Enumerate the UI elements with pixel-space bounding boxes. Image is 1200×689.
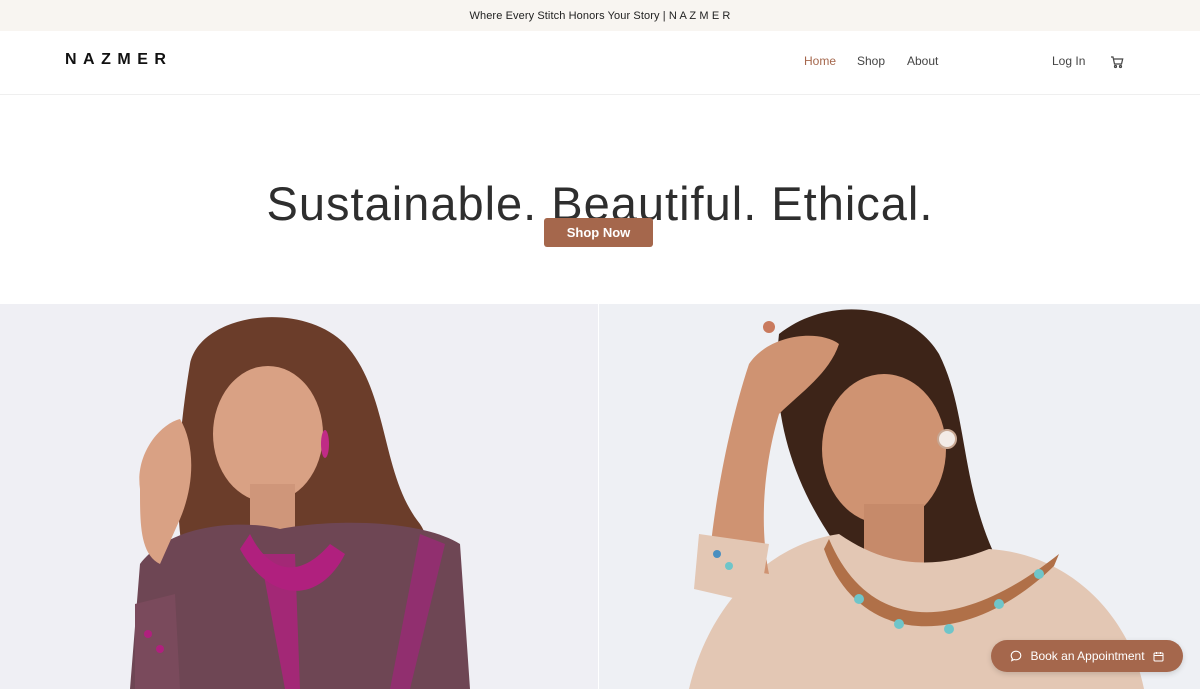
announcement-bar: Where Every Stitch Honors Your Story | N… (0, 0, 1200, 31)
site-header: NAZMER Home Shop About Log In (0, 31, 1200, 95)
shop-now-button[interactable]: Shop Now (544, 218, 653, 247)
gallery-image-left[interactable] (0, 304, 598, 689)
calendar-icon (1153, 651, 1164, 662)
book-appointment-label: Book an Appointment (1030, 649, 1145, 663)
cart-icon[interactable] (1110, 55, 1124, 69)
nav-shop[interactable]: Shop (857, 54, 885, 68)
nav-about[interactable]: About (907, 54, 938, 68)
nav-home[interactable]: Home (804, 54, 836, 68)
login-link[interactable]: Log In (1052, 54, 1085, 68)
gallery-image-right[interactable] (599, 304, 1200, 689)
book-appointment-button[interactable]: Book an Appointment (991, 640, 1183, 672)
chat-bubble-icon (1010, 650, 1022, 662)
logo[interactable]: NAZMER (65, 51, 172, 69)
announcement-text: Where Every Stitch Honors Your Story | N… (469, 9, 731, 22)
